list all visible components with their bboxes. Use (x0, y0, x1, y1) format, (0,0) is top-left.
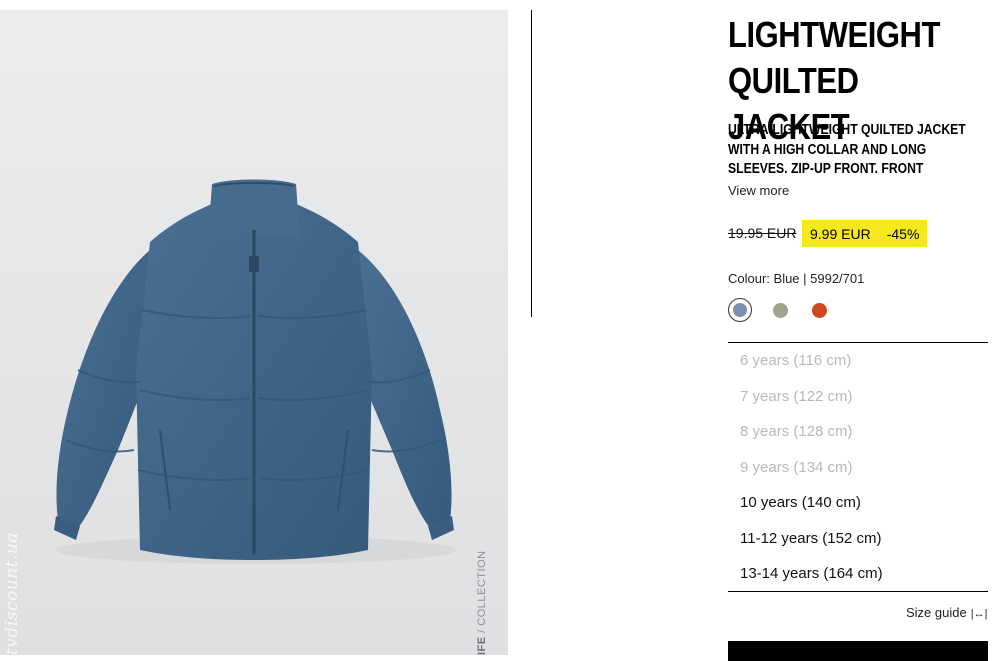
colour-swatch-sage[interactable] (773, 303, 788, 318)
ruler-icon: |↔| (970, 608, 988, 620)
sale-price-badge: 9.99 EUR -45% (802, 220, 928, 247)
size-option-11-12y[interactable]: 11-12 years (152 cm) (740, 521, 883, 557)
size-option-9y[interactable]: 9 years (134 cm) (740, 450, 883, 486)
size-guide-label: Size guide (906, 605, 967, 620)
size-option-8y[interactable]: 8 years (128 cm) (740, 414, 883, 450)
product-image[interactable]: tvdiscount.ua IFE / COLLECTION (0, 10, 508, 655)
add-to-cart-button[interactable] (728, 641, 988, 661)
vertical-divider (531, 10, 532, 317)
colour-swatch-orange[interactable] (812, 303, 827, 318)
original-price: 19.95 EUR (728, 225, 797, 241)
collection-label: IFE / COLLECTION (476, 550, 494, 655)
swatch-dot (733, 303, 747, 317)
size-list: 6 years (116 cm) 7 years (122 cm) 8 year… (740, 343, 883, 592)
sizes-divider-bottom (728, 591, 988, 592)
size-option-7y[interactable]: 7 years (122 cm) (740, 379, 883, 415)
image-watermark: tvdiscount.ua (2, 532, 22, 655)
colour-swatch-blue[interactable] (728, 298, 752, 322)
sale-price: 9.99 EUR (810, 225, 871, 242)
collection-label-bold: IFE (476, 636, 488, 655)
jacket-photo (54, 179, 456, 564)
size-option-13-14y[interactable]: 13-14 years (164 cm) (740, 556, 883, 592)
view-more-link[interactable]: View more (728, 183, 789, 198)
collection-label-text: / COLLECTION (476, 550, 488, 637)
product-description: ULTRA-LIGHTWEIGHT QUILTED JACKET WITH A … (728, 122, 966, 177)
size-option-10y[interactable]: 10 years (140 cm) (740, 485, 883, 521)
size-option-6y[interactable]: 6 years (116 cm) (740, 343, 883, 379)
discount-percent: -45% (886, 225, 920, 242)
size-guide-link[interactable]: Size guide |↔| (906, 605, 987, 620)
colour-info: Colour: Blue | 5992/701 (728, 271, 865, 286)
